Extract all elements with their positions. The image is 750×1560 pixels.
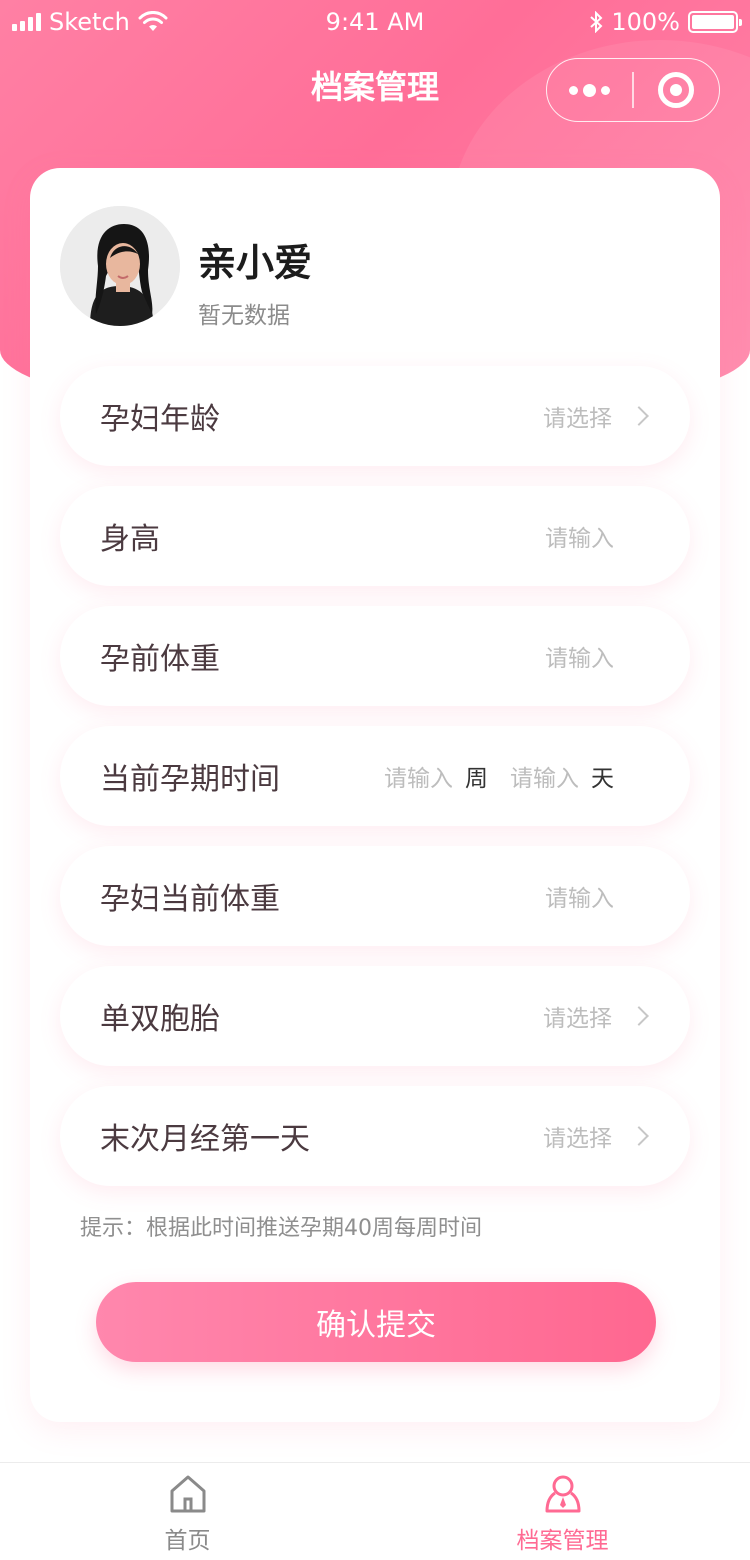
hint-text: 提示：根据此时间推送孕期40周每周时间 [80,1216,482,1241]
field-label: 末次月经第一天 [100,1122,310,1157]
weeks-input[interactable]: 请输入 [384,759,453,793]
battery-percent: 100% [611,8,680,36]
days-input[interactable]: 请输入 [510,759,579,793]
more-dot-icon [569,85,579,95]
status-right: 100% [589,8,742,36]
field-height[interactable]: 身高 请输入 [60,486,690,586]
prepregnancy-weight-input[interactable]: 请输入 [545,639,614,673]
profile-icon [545,1475,580,1513]
weeks-unit: 周 [465,766,488,792]
field-pregnant-age[interactable]: 孕妇年龄 请选择 [60,366,690,466]
field-prepregnancy-weight[interactable]: 孕前体重 请输入 [60,606,690,706]
days-unit: 天 [591,766,614,792]
battery-icon [688,11,742,33]
field-label: 单双胞胎 [100,1002,220,1037]
target-icon [658,72,695,108]
more-dot-icon [601,85,611,95]
current-weight-input[interactable]: 请输入 [545,879,614,913]
field-placeholder: 请选择 [543,1006,612,1032]
field-label: 孕前体重 [100,642,220,677]
field-twins[interactable]: 单双胞胎 请选择 [60,966,690,1066]
field-placeholder: 请选择 [543,406,612,432]
profile-name: 亲小爱 [198,241,313,285]
field-label: 孕妇年龄 [100,402,220,437]
avatar [60,206,180,326]
field-last-period[interactable]: 末次月经第一天 请选择 [60,1086,690,1186]
bluetooth-icon [590,11,603,33]
more-dot-icon [583,83,597,97]
close-button[interactable] [634,58,719,122]
tab-label: 档案管理 [516,1528,609,1554]
profile-card: 亲小爱 暂无数据 孕妇年龄 请选择 身高 请输入 孕前体重 请输入 当前孕期时间… [30,168,720,1422]
tab-home[interactable]: 首页 [0,1463,375,1560]
home-icon [170,1475,205,1513]
mini-program-capsule [546,58,720,122]
field-label: 当前孕期时间 [100,762,280,797]
field-current-pregnancy-time: 当前孕期时间 请输入 周 请输入 天 [60,726,690,826]
more-button[interactable] [547,58,632,122]
status-bar: Sketch 9:41 AM 100% [0,0,750,44]
avatar-image [60,206,180,326]
field-label: 身高 [100,522,160,557]
submit-button[interactable]: 确认提交 [96,1282,656,1362]
tab-profile[interactable]: 档案管理 [375,1463,750,1560]
tab-bar: 首页 档案管理 [0,1462,750,1560]
height-input[interactable]: 请输入 [545,519,614,553]
tab-label: 首页 [164,1528,211,1554]
field-placeholder: 请选择 [543,1126,612,1152]
chevron-right-icon [629,1126,649,1146]
chevron-right-icon [629,1006,649,1026]
profile-subtitle: 暂无数据 [198,303,290,329]
field-current-weight[interactable]: 孕妇当前体重 请输入 [60,846,690,946]
field-label: 孕妇当前体重 [100,882,280,917]
chevron-right-icon [629,406,649,426]
